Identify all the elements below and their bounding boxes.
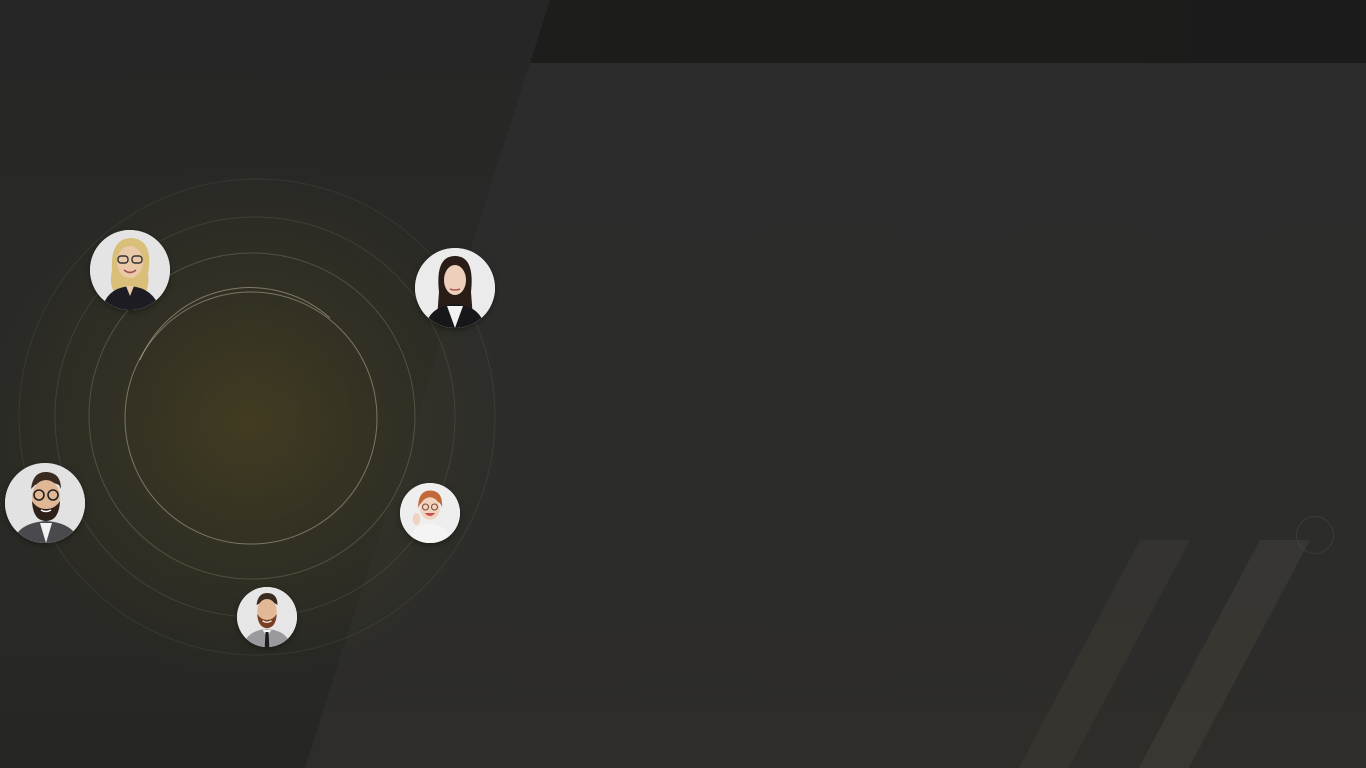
person-icon [237,587,297,647]
orbit-rings [18,178,496,656]
person-icon [400,483,460,543]
person-icon [5,463,85,543]
avatar-woman-redhead[interactable] [400,483,460,543]
avatar-man-beard-glasses[interactable] [5,463,85,543]
avatar-woman-dark-hair[interactable] [415,248,495,328]
orbit-ring-outer [18,178,496,656]
page [0,0,1366,768]
orbit-ring-inner [124,291,378,545]
person-icon [415,248,495,328]
avatar-woman-blonde-glasses[interactable] [90,230,170,310]
orbit-arc [139,287,331,361]
person-icon [90,230,170,310]
avatar-man-beard-tie[interactable] [237,587,297,647]
